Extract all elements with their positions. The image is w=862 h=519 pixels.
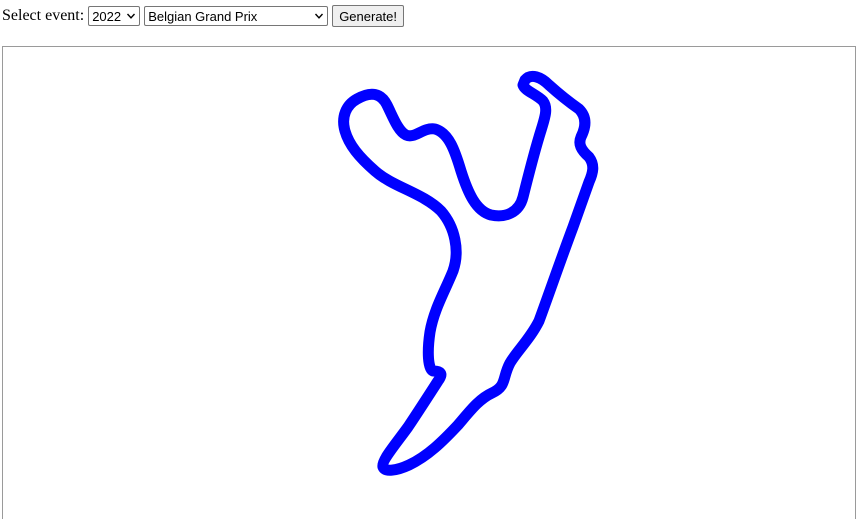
select-event-label: Select event: xyxy=(2,7,85,24)
chevron-down-icon xyxy=(315,13,324,19)
track-outline xyxy=(338,70,599,476)
track-canvas xyxy=(2,46,856,519)
track-map xyxy=(338,70,599,476)
event-select[interactable]: Belgian Grand Prix xyxy=(144,6,329,26)
generate-button[interactable]: Generate! xyxy=(332,5,405,27)
chevron-down-icon xyxy=(127,13,136,19)
year-select[interactable]: 2022 xyxy=(88,6,141,26)
event-select-value: Belgian Grand Prix xyxy=(148,8,258,24)
event-toolbar: Select event: 2022 Belgian Grand Prix Ge… xyxy=(2,5,405,27)
year-select-value: 2022 xyxy=(92,8,122,24)
